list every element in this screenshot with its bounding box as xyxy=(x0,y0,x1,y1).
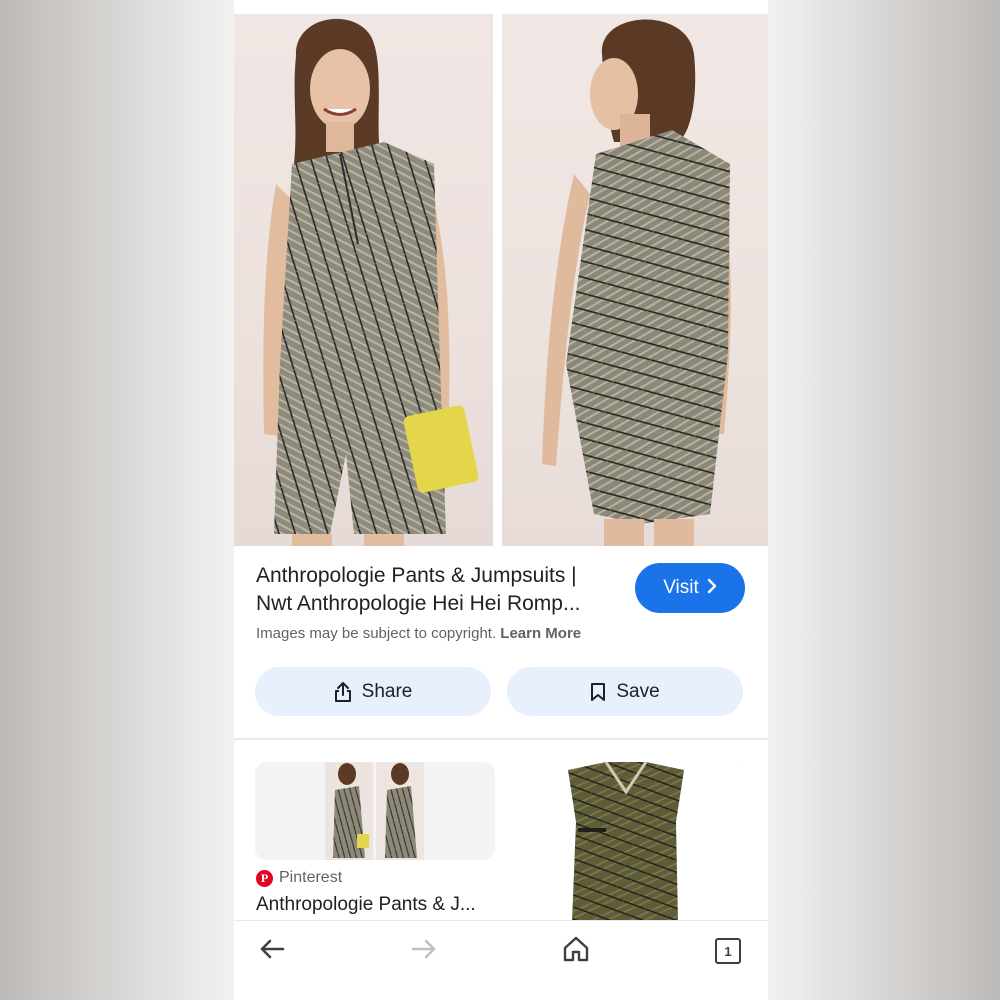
back-arrow-icon xyxy=(259,938,285,965)
bottom-navigation-bar: 1 xyxy=(234,920,768,1000)
result-title-line-1: Anthropologie Pants & Jumpsuits | xyxy=(256,564,577,587)
visit-label: Visit xyxy=(663,577,699,598)
tab-count-badge: 1 xyxy=(715,938,741,964)
save-button[interactable]: Save xyxy=(507,667,743,716)
result-title-line-2: Nwt Anthropologie Hei Hei Romp... xyxy=(256,592,581,615)
section-divider xyxy=(234,738,768,740)
forward-button[interactable] xyxy=(400,933,448,969)
save-label: Save xyxy=(616,680,660,702)
product-image-front[interactable] xyxy=(234,14,493,546)
visit-button[interactable]: Visit xyxy=(635,563,745,613)
home-icon xyxy=(562,935,590,968)
related-source-label-1: Pinterest xyxy=(279,869,343,886)
result-title[interactable]: Anthropologie Pants & Jumpsuits | Nwt An… xyxy=(256,562,626,618)
top-strip xyxy=(234,0,768,14)
related-result-image-2[interactable] xyxy=(506,762,746,922)
copyright-text: Images may be subject to copyright. xyxy=(256,625,497,642)
related-title-1[interactable]: Anthropologie Pants & J... xyxy=(256,894,496,916)
browser-viewport: Anthropologie Pants & Jumpsuits | Nwt An… xyxy=(234,0,768,1000)
related-source-1[interactable]: P Pinterest xyxy=(256,869,342,887)
back-button[interactable] xyxy=(248,933,296,969)
pinterest-icon: P xyxy=(256,869,273,887)
share-label: Share xyxy=(361,680,413,702)
copyright-notice: Images may be subject to copyright. Lear… xyxy=(256,625,581,642)
product-image-back[interactable] xyxy=(502,14,768,546)
share-icon xyxy=(334,681,352,703)
learn-more-link[interactable]: Learn More xyxy=(500,625,581,642)
bookmark-icon xyxy=(590,682,606,702)
chevron-right-icon xyxy=(707,578,717,598)
home-button[interactable] xyxy=(552,933,600,969)
related-result-image-1[interactable] xyxy=(255,762,495,860)
tabs-button[interactable]: 1 xyxy=(704,933,752,969)
share-button[interactable]: Share xyxy=(255,667,491,716)
forward-arrow-icon xyxy=(411,938,437,965)
